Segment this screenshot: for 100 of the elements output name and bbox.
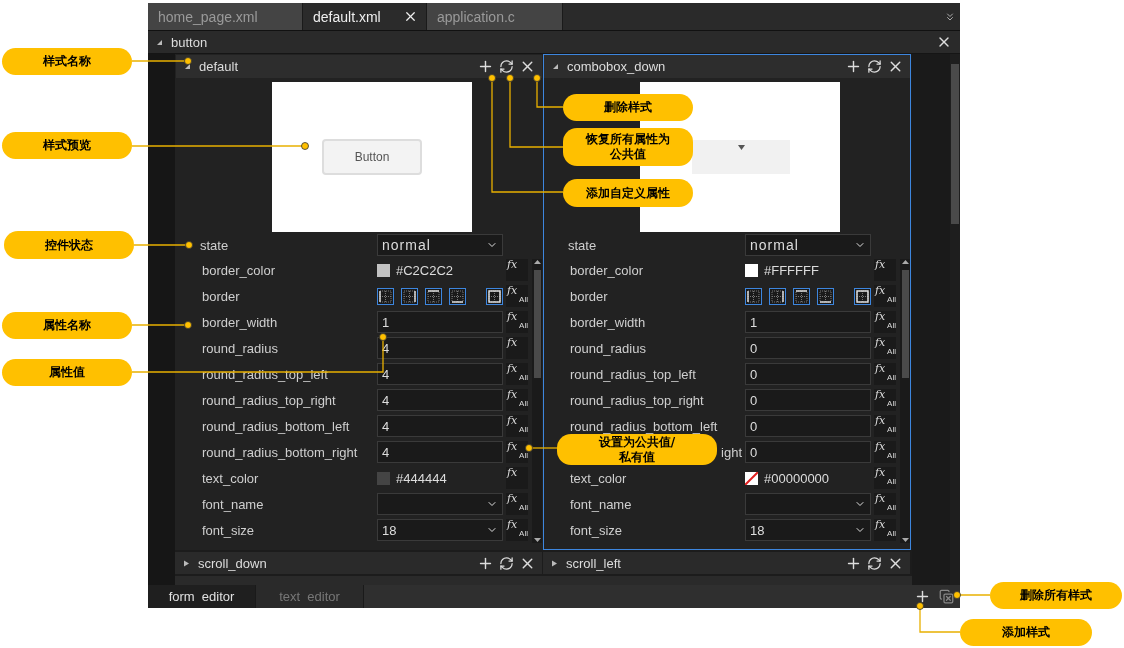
value-field[interactable]: 0 [745, 415, 871, 437]
fx-button[interactable]: fx All [506, 285, 528, 307]
value-field[interactable]: 4 [377, 415, 503, 437]
callout-label: 样式预览 [2, 132, 132, 159]
expanded-triangle-icon[interactable] [156, 38, 163, 46]
property-name: round_radius_top_right [202, 392, 336, 408]
fx-button[interactable]: fx All [874, 337, 896, 359]
border-toggle[interactable] [401, 287, 418, 305]
callout-label: 删除样式 [563, 94, 693, 121]
value-field[interactable]: 4 [377, 363, 503, 385]
border-toggle[interactable] [793, 287, 810, 305]
value-field[interactable]: 1 [377, 311, 503, 333]
value-field[interactable]: 0 [745, 337, 871, 359]
fx-button[interactable]: fx All [874, 519, 896, 541]
border-toggle[interactable] [425, 287, 442, 305]
fx-button[interactable]: fx All [874, 467, 896, 489]
callout-label: 设置为公共值/私有值 [557, 434, 717, 465]
property-name: round_radius_bottom_left [570, 418, 718, 434]
transparent-slash-icon [745, 471, 758, 485]
border-toggle[interactable] [769, 287, 786, 305]
callout-label: 恢复所有属性为公共值 [563, 128, 693, 166]
style-header[interactable]: combobox_down [544, 55, 910, 78]
scroll-down-icon[interactable] [533, 538, 541, 543]
property-name: round_radius [570, 340, 646, 356]
scroll-down-icon[interactable] [901, 538, 909, 543]
color-value: #FFFFFF [764, 262, 819, 278]
fx-button[interactable]: fx [506, 259, 528, 281]
reset-button[interactable] [867, 59, 882, 74]
fx-button[interactable]: fx All [874, 389, 896, 411]
value-field[interactable]: 1 [745, 311, 871, 333]
property-name: border [202, 288, 240, 304]
border-toggle[interactable] [377, 287, 394, 305]
fx-button[interactable]: fx All [874, 311, 896, 333]
expanded-triangle-icon[interactable] [552, 63, 559, 70]
fx-button[interactable]: fx All [506, 519, 528, 541]
value-dropdown[interactable]: 18 [377, 519, 503, 541]
fx-button[interactable]: fx All [506, 311, 528, 333]
close-icon[interactable] [403, 9, 418, 24]
property-name: border [570, 288, 608, 304]
border-toggle[interactable] [817, 287, 834, 305]
fx-button[interactable]: fx All [506, 389, 528, 411]
state-dropdown[interactable]: normal [377, 234, 503, 256]
fx-button[interactable]: fx [874, 259, 896, 281]
callout-label: 添加自定义属性 [563, 179, 693, 207]
reset-button[interactable] [499, 59, 514, 74]
border-toggle[interactable] [854, 287, 871, 305]
callout-label: 样式名称 [2, 48, 132, 75]
color-swatch[interactable] [377, 471, 390, 485]
value-field[interactable]: 4 [377, 389, 503, 411]
scroll-up-icon[interactable] [901, 259, 909, 264]
fx-button[interactable]: fx All [874, 441, 896, 463]
fx-button[interactable]: fx All [874, 363, 896, 385]
fx-button[interactable]: fx All [874, 415, 896, 437]
add-property-button[interactable] [845, 58, 862, 75]
state-dropdown[interactable]: normal [745, 234, 871, 256]
style-header[interactable]: default [176, 55, 542, 78]
style-header[interactable]: scroll_down [175, 552, 543, 575]
border-toggle[interactable] [449, 287, 466, 305]
value-field[interactable]: 0 [745, 441, 871, 463]
scrollbar[interactable] [900, 259, 910, 543]
reset-button[interactable] [499, 555, 514, 571]
group-header[interactable]: button [148, 31, 960, 54]
editor-tab[interactable]: form editor [148, 585, 256, 608]
callout-label: 删除所有样式 [990, 582, 1122, 609]
overflow-icon[interactable] [944, 10, 956, 23]
scroll-up-icon[interactable] [533, 259, 541, 264]
property-name: border_width [570, 314, 646, 330]
collapsed-triangle-icon[interactable] [551, 559, 558, 567]
fx-button[interactable]: fx All [506, 415, 528, 437]
file-tab[interactable]: application.c [427, 3, 563, 30]
border-toggle[interactable] [486, 287, 503, 305]
fx-button[interactable]: fx [506, 337, 528, 359]
reset-button[interactable] [867, 555, 882, 571]
value-field[interactable]: 4 [377, 441, 503, 463]
fx-button[interactable]: fx [506, 467, 528, 489]
border-toggle[interactable] [745, 287, 762, 305]
value-dropdown[interactable]: 18 [745, 519, 871, 541]
property-name: round_radius_bottom_left [202, 418, 350, 434]
color-swatch[interactable] [745, 263, 758, 277]
fx-button[interactable]: fx All [506, 493, 528, 515]
color-value: #444444 [396, 470, 447, 486]
property-name: border_color [570, 262, 643, 278]
fx-button[interactable]: fx All [506, 363, 528, 385]
color-swatch[interactable] [377, 263, 390, 277]
collapsed-triangle-icon[interactable] [183, 559, 190, 567]
delete-all-button[interactable] [939, 589, 954, 604]
property-name: font_size [202, 522, 255, 538]
scrollbar[interactable] [532, 259, 542, 543]
fx-button[interactable]: fx All [874, 285, 896, 307]
color-swatch[interactable] [745, 471, 758, 485]
file-tab[interactable]: home_page.xml [148, 3, 303, 30]
value-field[interactable]: 0 [745, 363, 871, 385]
color-value: #C2C2C2 [396, 262, 454, 278]
property-name: text_color [202, 470, 259, 486]
style-header[interactable]: scroll_left [543, 552, 911, 575]
fx-button[interactable]: fx All [874, 493, 896, 515]
color-value: #00000000 [764, 470, 830, 486]
value-field[interactable]: 0 [745, 389, 871, 411]
fx-button[interactable]: fx All [506, 441, 528, 463]
state-label: state [200, 237, 229, 253]
